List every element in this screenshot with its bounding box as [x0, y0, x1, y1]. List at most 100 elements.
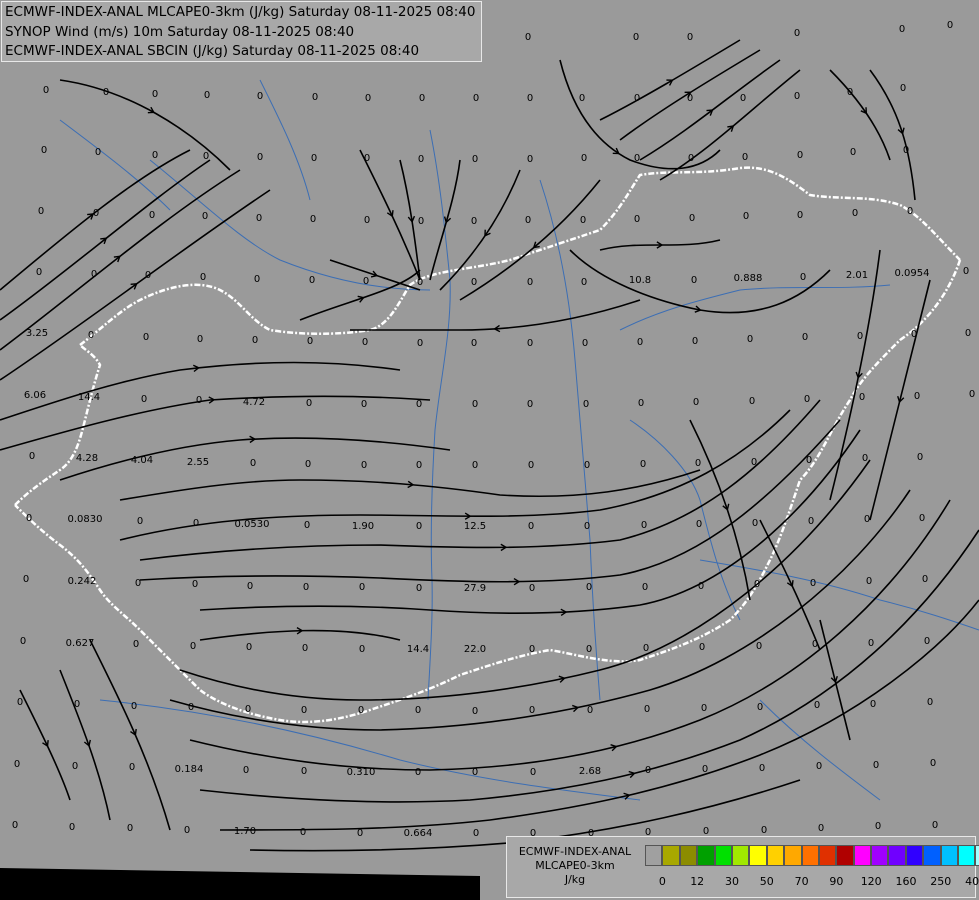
mlcape-value-label: 0: [364, 153, 370, 164]
mlcape-value-label: 0: [152, 89, 158, 100]
legend-swatch: [766, 845, 785, 866]
mlcape-value-label: 6.06: [24, 390, 46, 401]
mlcape-value-label: 22.0: [464, 644, 486, 655]
mlcape-value-label: 0: [529, 583, 535, 594]
mlcape-value-label: 0: [149, 210, 155, 221]
mlcape-value-label: 0: [818, 823, 824, 834]
mlcape-value-label: 0: [152, 150, 158, 161]
mlcape-value-label: 0: [850, 147, 856, 158]
mlcape-value-label: 0: [473, 828, 479, 839]
mlcape-value-label: 0.0830: [68, 514, 103, 525]
mlcape-value-label: 0: [899, 24, 905, 35]
legend-swatch: [975, 845, 979, 866]
legend-swatch: [784, 845, 802, 866]
mlcape-value-label: 0: [740, 93, 746, 104]
legend-swatch: [871, 845, 889, 866]
title-line-mlcape: ECMWF-INDEX-ANAL MLCAPE0-3km (J/kg) Satu…: [5, 4, 476, 20]
mlcape-value-label: 0.664: [404, 828, 433, 839]
mlcape-value-label: 0: [645, 765, 651, 776]
mlcape-value-label: 0: [747, 334, 753, 345]
mlcape-value-label: 0: [693, 397, 699, 408]
mlcape-value-label: 0: [311, 153, 317, 164]
mlcape-value-label: 0: [93, 208, 99, 219]
mlcape-value-label: 0: [69, 822, 75, 833]
mlcape-value-label: 0: [587, 705, 593, 716]
mlcape-value-label: 0: [303, 582, 309, 593]
mlcape-value-label: 14.4: [78, 392, 100, 403]
mlcape-value-label: 0: [692, 336, 698, 347]
mlcape-value-label: 0: [301, 766, 307, 777]
mlcape-value-label: 0.627: [66, 638, 95, 649]
mlcape-value-label: 0: [875, 821, 881, 832]
mlcape-value-label: 0: [312, 92, 318, 103]
mlcape-value-label: 0: [38, 206, 44, 217]
mlcape-value-label: 0: [529, 644, 535, 655]
mlcape-value-label: 0: [309, 275, 315, 286]
mlcape-value-label: 0: [525, 215, 531, 226]
mlcape-value-label: 0: [873, 760, 879, 771]
mlcape-value-label: 4.72: [243, 397, 265, 408]
mlcape-value-label: 0: [701, 703, 707, 714]
legend-tick-labels: 01230507090120160250400: [645, 875, 979, 889]
mlcape-value-label: 0: [418, 154, 424, 165]
mlcape-value-label: 0: [640, 459, 646, 470]
mlcape-value-label: 0: [129, 762, 135, 773]
mlcape-value-label: 0: [361, 399, 367, 410]
mlcape-value-label: 0: [816, 761, 822, 772]
mlcape-value-label: 0: [868, 638, 874, 649]
mlcape-value-label: 0: [202, 211, 208, 222]
legend-parameter: MLCAPE0-3km: [535, 859, 615, 872]
mlcape-value-label: 0: [794, 28, 800, 39]
mlcape-value-label: 0: [583, 399, 589, 410]
mlcape-value-label: 0: [580, 215, 586, 226]
mlcape-value-label: 0: [643, 643, 649, 654]
mlcape-value-label: 0: [757, 702, 763, 713]
mlcape-value-label: 0: [797, 210, 803, 221]
mlcape-value-label: 0: [862, 453, 868, 464]
legend-swatch: [958, 845, 976, 866]
mlcape-value-label: 0: [866, 576, 872, 587]
mlcape-value-label: 10.8: [629, 275, 651, 286]
mlcape-value-label: 0: [301, 705, 307, 716]
mlcape-value-label: 2.01: [846, 270, 868, 281]
mlcape-value-label: 3.25: [26, 328, 48, 339]
mlcape-value-label: 0: [804, 394, 810, 405]
mlcape-value-label: 0: [527, 399, 533, 410]
mlcape-value-label: 0: [759, 763, 765, 774]
mlcape-value-label: 0: [307, 336, 313, 347]
legend-swatch: [818, 845, 837, 866]
mlcape-value-label: 0: [581, 277, 587, 288]
mlcape-value-label: 0: [245, 704, 251, 715]
mlcape-value-label: 0: [418, 216, 424, 227]
mlcape-value-label: 27.9: [464, 583, 486, 594]
map-background: [0, 0, 979, 900]
mlcape-value-label: 0: [416, 460, 422, 471]
mlcape-value-label: 0: [472, 706, 478, 717]
mlcape-value-label: 0: [250, 458, 256, 469]
mlcape-value-label: 0: [257, 91, 263, 102]
mlcape-value-label: 0: [416, 521, 422, 532]
mlcape-value-label: 0: [582, 338, 588, 349]
mlcape-value-label: 0: [256, 213, 262, 224]
mlcape-value-label: 0: [903, 145, 909, 156]
mlcape-value-label: 0: [638, 398, 644, 409]
mlcape-value-label: 0: [145, 270, 151, 281]
mlcape-value-label: 0: [203, 151, 209, 162]
mlcape-value-label: 0: [365, 93, 371, 104]
mlcape-value-label: 0: [304, 520, 310, 531]
mlcape-value-label: 0: [761, 825, 767, 836]
mlcape-value-label: 0: [74, 699, 80, 710]
mlcape-value-label: 0: [247, 581, 253, 592]
mlcape-value-label: 0: [192, 579, 198, 590]
mlcape-value-label: 0: [930, 758, 936, 769]
legend-swatch: [940, 845, 959, 866]
mlcape-value-label: 0: [12, 820, 18, 831]
mlcape-value-label: 2.55: [187, 457, 209, 468]
mlcape-value-label: 0: [702, 764, 708, 775]
legend-unit: J/kg: [564, 873, 586, 886]
legend-swatch: [679, 845, 698, 866]
mlcape-value-label: 0: [364, 215, 370, 226]
mlcape-value-label: 0: [415, 767, 421, 778]
mlcape-value-label: 0: [472, 399, 478, 410]
mlcape-value-label: 0: [357, 828, 363, 839]
